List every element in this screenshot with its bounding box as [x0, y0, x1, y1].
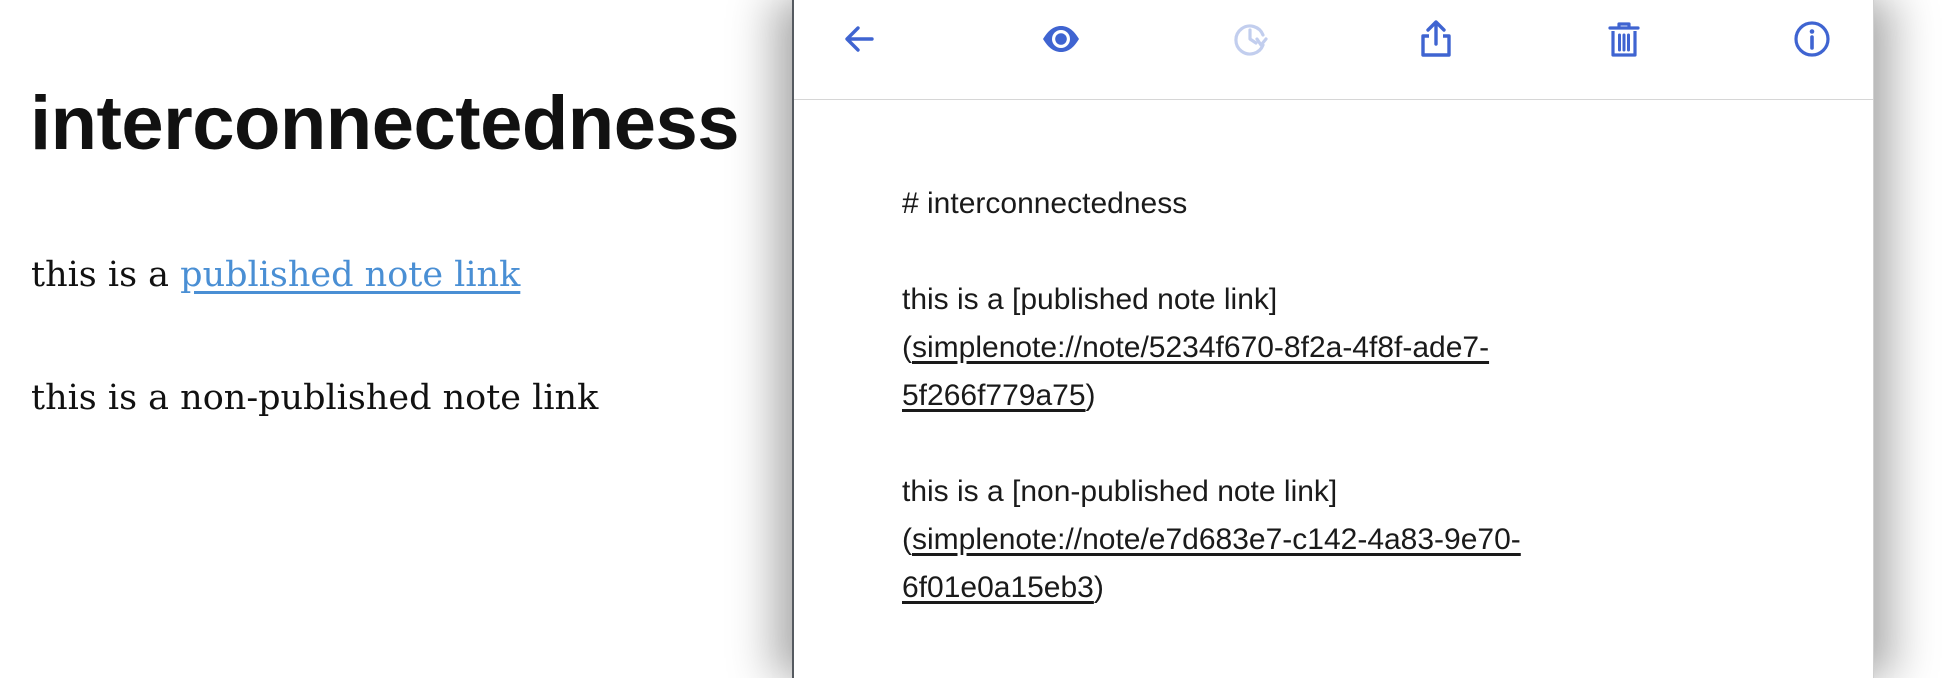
markdown-link-text-1: this is a [published note link] [902, 283, 1278, 316]
open-paren: ( [902, 523, 912, 556]
published-paragraph-1: this is a published note link [31, 255, 520, 295]
info-button[interactable] [1789, 16, 1835, 62]
published-note-view: interconnectedness this is a published n… [0, 0, 800, 672]
markdown-link-url-line-1a: (simplenote://note/5234f670-8f2a-4f8f-ad… [902, 324, 1662, 372]
trash-button[interactable] [1601, 16, 1647, 62]
back-button[interactable] [836, 16, 882, 62]
note-text-editor[interactable]: # interconnectedness this is a [publishe… [902, 180, 1662, 612]
share-button[interactable] [1413, 16, 1459, 62]
share-upload-icon [1421, 20, 1451, 57]
note-editor-panel: # interconnectedness this is a [publishe… [792, 0, 1874, 678]
published-paragraph-2: this is a non-published note link [31, 378, 599, 418]
trash-icon [1608, 22, 1640, 57]
markdown-link-url-line-2b: 6f01e0a15eb3) [902, 564, 1662, 612]
published-note-link[interactable]: published note link [180, 255, 520, 295]
close-paren: ) [1093, 571, 1104, 604]
preview-button[interactable] [1038, 16, 1084, 62]
eye-icon [1043, 26, 1079, 52]
editor-toolbar [794, 0, 1873, 100]
note-url-1-part-a[interactable]: simplenote://note/5234f670-8f2a-4f8f-ade… [912, 331, 1489, 364]
arrow-left-icon [845, 26, 874, 52]
history-button[interactable] [1227, 16, 1273, 62]
note-url-2-part-b[interactable]: 6f01e0a15eb3 [902, 571, 1094, 604]
markdown-link-url-line-1b: 5f266f779a75) [902, 372, 1662, 420]
markdown-heading-line: # interconnectedness [902, 187, 1188, 220]
markdown-link-text-2: this is a [non-published note link] [902, 475, 1338, 508]
markdown-link-url-line-2a: (simplenote://note/e7d683e7-c142-4a83-9e… [902, 516, 1662, 564]
close-paren: ) [1085, 379, 1096, 412]
history-clock-icon [1234, 24, 1268, 56]
note-url-1-part-b[interactable]: 5f266f779a75 [902, 379, 1086, 412]
published-note-title: interconnectedness [30, 81, 740, 166]
paragraph-1-text: this is a [31, 255, 181, 295]
open-paren: ( [902, 331, 912, 364]
note-url-2-part-a[interactable]: simplenote://note/e7d683e7-c142-4a83-9e7… [912, 523, 1521, 556]
info-icon [1794, 21, 1830, 57]
